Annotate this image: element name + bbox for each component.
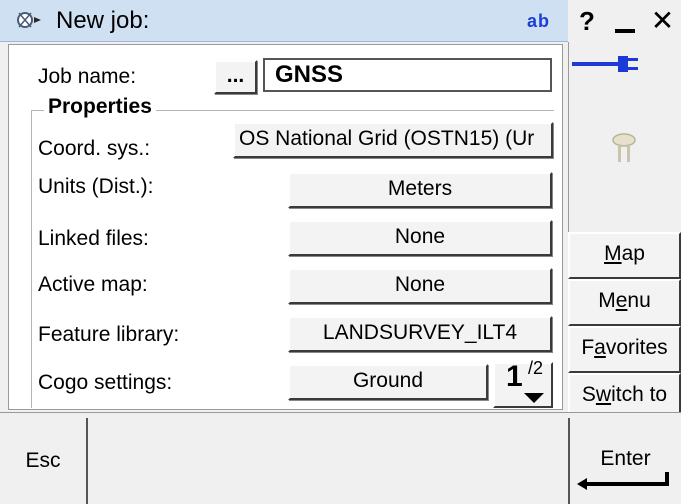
coord-sys-label: Coord. sys.: (38, 137, 151, 160)
linked-files-button[interactable]: None (288, 220, 552, 256)
menu-button-label-rest: nu (627, 289, 651, 312)
units-label: Units (Dist.): (38, 175, 154, 198)
satellite-icon (17, 12, 41, 28)
help-button[interactable]: ? (568, 0, 606, 42)
page-current: 1 (506, 360, 523, 393)
gnss-receiver-icon (612, 133, 636, 162)
feature-library-button[interactable]: LANDSURVEY_ILT4 (288, 316, 552, 352)
switch-to-button-label: S (581, 383, 596, 406)
menu-button[interactable]: Menu (568, 279, 681, 326)
enter-key-icon (577, 472, 669, 490)
switch-to-button-label-rest: itch to (611, 383, 668, 406)
enter-button[interactable]: Enter (568, 418, 681, 504)
close-button[interactable]: ✕ (644, 0, 681, 42)
browse-button[interactable]: ... (214, 60, 257, 94)
menu-button-hotkey: e (615, 289, 628, 312)
page-total: /2 (528, 358, 544, 378)
favorites-button-label: F (581, 336, 595, 359)
cogo-settings-button[interactable]: Ground (288, 364, 488, 400)
page-down-icon (524, 393, 544, 403)
favorites-button-hotkey: a (594, 336, 606, 359)
active-map-label: Active map: (38, 273, 148, 296)
units-button[interactable]: Meters (288, 172, 552, 208)
favorites-button-label-rest: vorites (605, 336, 668, 359)
window-title: New job: (56, 7, 150, 34)
switch-to-button-hotkey: w (595, 383, 612, 406)
coord-sys-button[interactable]: OS National Grid (OSTN15) (Ur (233, 122, 553, 158)
favorites-button[interactable]: Favorites (568, 326, 681, 373)
map-button[interactable]: Map (568, 232, 681, 279)
minimize-icon (615, 29, 635, 33)
job-name-input[interactable]: GNSS (263, 58, 552, 92)
map-button-label-rest: ap (621, 242, 645, 265)
feature-library-label: Feature library: (38, 323, 180, 346)
menu-button-label: M (598, 289, 616, 312)
properties-title: Properties (44, 94, 156, 120)
cogo-settings-label: Cogo settings: (38, 371, 173, 394)
minimize-button[interactable] (606, 0, 644, 42)
linked-files-label: Linked files: (38, 227, 149, 250)
job-name-label: Job name: (38, 65, 137, 88)
active-map-button[interactable]: None (288, 268, 552, 304)
cable-connection-icon (572, 56, 638, 72)
esc-button[interactable]: Esc (0, 418, 88, 504)
map-button-hotkey: M (604, 242, 622, 265)
input-mode-indicator[interactable]: ab (527, 10, 550, 32)
